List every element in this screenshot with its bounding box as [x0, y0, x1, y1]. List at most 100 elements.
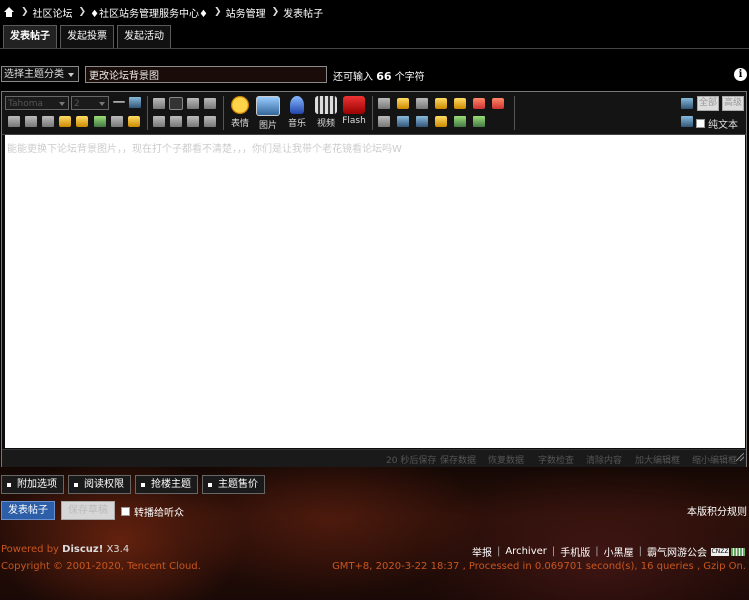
cnzz-badge[interactable]: CNZZ: [711, 547, 729, 556]
extra-options-button[interactable]: 附加选项: [1, 475, 64, 494]
insert-image-icon[interactable]: [454, 116, 466, 127]
powered-by: Powered by Discuz! X3.4: [1, 544, 130, 555]
tag-icon[interactable]: [435, 116, 447, 127]
tab-new-event[interactable]: 发起活动: [117, 25, 171, 48]
horizontal-rule-icon[interactable]: [113, 101, 125, 103]
clear-content-link[interactable]: 清除内容: [586, 453, 622, 466]
shrink-editor-link[interactable]: 缩小编辑框: [692, 453, 737, 466]
flash-button[interactable]: Flash: [340, 96, 368, 126]
footer-link-report[interactable]: 举报: [472, 544, 492, 559]
thread-price-button[interactable]: 主题售价: [202, 475, 265, 494]
free-content-icon[interactable]: [416, 98, 428, 109]
music-note-icon: [290, 96, 304, 114]
discuz-link[interactable]: Discuz!: [62, 544, 103, 555]
editor-textarea[interactable]: 能能更换下论坛背景图片，，现在打个子都看不清楚，，，你们是让我带个老花镜看论坛吗…: [5, 135, 745, 448]
quote-icon[interactable]: [378, 98, 390, 109]
smiley-button[interactable]: 表情: [226, 96, 254, 129]
forward-checkbox[interactable]: [121, 507, 130, 516]
copyright: Copyright © 2001-2020, Tencent Cloud.: [1, 561, 201, 572]
image-button[interactable]: 图片: [254, 96, 282, 131]
restore-data-link[interactable]: 恢复数据: [488, 453, 524, 466]
plain-text-toggle[interactable]: 纯文本: [696, 116, 738, 131]
page: ❯ 社区论坛 ❯ ♦社区站务管理服务中心♦ ❯ 站务管理 ❯ 发表帖子 发表帖子…: [0, 0, 749, 600]
editor-status-bar: 20 秒后保存 保存数据 恢复数据 字数检查 清除内容 加大编辑框 缩小编辑框: [2, 449, 746, 467]
breadcrumb-forum[interactable]: 社区论坛: [33, 5, 73, 20]
post-editor: Tahoma 2 表情 图片 音乐 视频 Flash 全部 高级 纯文本 能能更…: [1, 91, 747, 467]
footer-link-mobile[interactable]: 手机版: [560, 544, 590, 559]
float-left-icon[interactable]: [153, 116, 165, 127]
password-icon[interactable]: [454, 98, 466, 109]
bold-icon[interactable]: [8, 116, 20, 127]
underline-icon[interactable]: [42, 116, 54, 127]
footer-link-blackroom[interactable]: 小黑屋: [604, 544, 634, 559]
chevron-right-icon: ❯: [78, 7, 87, 17]
table-icon[interactable]: [129, 97, 141, 108]
font-size-select[interactable]: 2: [71, 96, 109, 110]
forward-to-listeners[interactable]: 转播给听众: [121, 504, 184, 519]
video-button[interactable]: 视频: [312, 96, 340, 129]
footer-links: 举报 | Archiver | 手机版 | 小黑屋 | 霸气网游公会 CNZZ: [472, 544, 745, 559]
home-icon[interactable]: [3, 6, 15, 18]
version: X3.4: [106, 544, 130, 555]
ordered-list-icon[interactable]: [187, 116, 199, 127]
enlarge-editor-link[interactable]: 加大编辑框: [635, 453, 680, 466]
align-center-icon[interactable]: [169, 97, 183, 110]
unlink-icon[interactable]: [111, 116, 123, 127]
select-all-button[interactable]: 全部: [697, 96, 719, 111]
page-break-icon[interactable]: [416, 116, 428, 127]
link-icon[interactable]: [94, 116, 106, 127]
footer-link-archiver[interactable]: Archiver: [505, 546, 547, 557]
document-icon[interactable]: [397, 116, 409, 127]
save-data-link[interactable]: 保存数据: [440, 453, 476, 466]
background-color-icon[interactable]: [76, 116, 88, 127]
save-draft-button[interactable]: 保存草稿: [61, 501, 115, 520]
breadcrumb-service-center[interactable]: ♦社区站务管理服务中心♦: [90, 5, 208, 20]
post-type-tabs: 发表帖子 发起投票 发起活动: [3, 25, 171, 48]
hide-content-icon[interactable]: [435, 98, 447, 109]
code-icon[interactable]: [397, 98, 409, 109]
submit-post-button[interactable]: 发表帖子: [1, 501, 55, 520]
chevron-down-icon: [59, 102, 65, 106]
image-icon: [256, 96, 280, 116]
tab-new-poll[interactable]: 发起投票: [60, 25, 114, 48]
align-justify-icon[interactable]: [204, 98, 216, 109]
special-content-icon[interactable]: [473, 98, 485, 109]
resize-handle-icon[interactable]: [736, 453, 744, 461]
superscript-icon[interactable]: [378, 116, 390, 127]
post-options: 附加选项 阅读权限 抢楼主题 主题售价: [1, 475, 265, 494]
square-bullet-icon: [74, 482, 78, 487]
font-select[interactable]: Tahoma: [5, 96, 69, 110]
cnzz-stats-icon[interactable]: [731, 547, 745, 556]
advanced-button[interactable]: 高级: [722, 96, 744, 111]
italic-icon[interactable]: [25, 116, 37, 127]
plain-text-checkbox[interactable]: [696, 119, 705, 128]
insert-media-icon[interactable]: [473, 116, 485, 127]
font-color-icon[interactable]: [59, 116, 71, 127]
music-button[interactable]: 音乐: [283, 96, 311, 129]
chevron-right-icon: ❯: [21, 7, 29, 17]
unordered-list-icon[interactable]: [204, 116, 216, 127]
breadcrumb-admin[interactable]: 站务管理: [226, 5, 266, 20]
float-right-icon[interactable]: [170, 116, 182, 127]
align-right-icon[interactable]: [187, 98, 199, 109]
attachment-icon[interactable]: [492, 98, 504, 109]
chevron-down-icon: [68, 73, 74, 77]
redo-icon[interactable]: [681, 116, 693, 127]
credit-rules-link[interactable]: 本版积分规则: [687, 503, 747, 518]
floor-grab-button[interactable]: 抢楼主题: [135, 475, 198, 494]
editor-content: 能能更换下论坛背景图片，，现在打个子都看不清楚，，，你们是让我带个老花镜看论坛吗…: [7, 144, 402, 155]
category-select[interactable]: 选择主题分类: [1, 66, 79, 82]
category-select-value: 选择主题分类: [4, 69, 64, 80]
read-permission-button[interactable]: 阅读权限: [68, 475, 131, 494]
tab-new-post[interactable]: 发表帖子: [3, 25, 57, 48]
square-bullet-icon: [141, 482, 145, 487]
format-brush-icon[interactable]: [128, 116, 140, 127]
undo-icon[interactable]: [681, 98, 693, 109]
square-bullet-icon: [208, 482, 212, 487]
subject-input[interactable]: [85, 66, 327, 83]
footer-link-guild[interactable]: 霸气网游公会: [647, 544, 707, 559]
align-left-icon[interactable]: [153, 98, 165, 109]
word-count-link[interactable]: 字数检查: [538, 453, 574, 466]
smiley-icon: [231, 96, 249, 114]
info-icon[interactable]: i: [734, 68, 747, 81]
